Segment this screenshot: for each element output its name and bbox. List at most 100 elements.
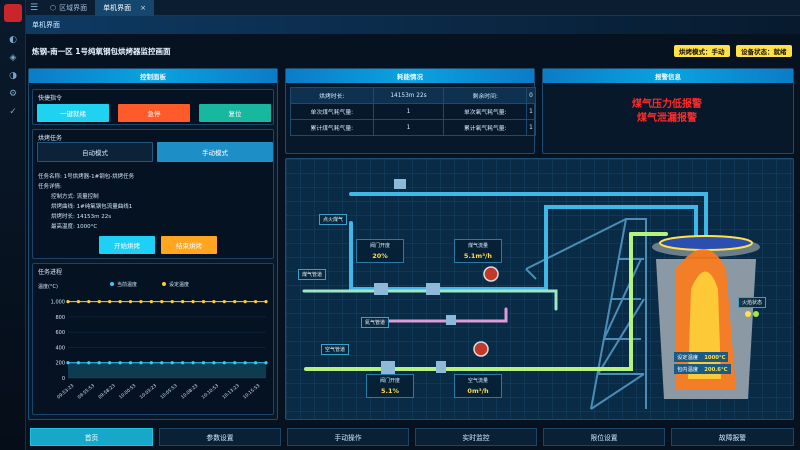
legend-marker	[162, 282, 166, 286]
nav-rail-icon-1[interactable]: ◐	[7, 34, 19, 46]
set-temp-readout: 设定温度 1000°C	[674, 352, 729, 362]
alarm-list: 煤气压力低报警 煤气泄漏报警	[540, 98, 794, 126]
energy-panel-header: 耗能情况	[286, 69, 534, 83]
y-axis-label: 温度(°C)	[38, 283, 58, 290]
table-row: 烘烤时长: 14153m 22s 剩余时间: 0	[290, 87, 536, 104]
data-point	[128, 361, 133, 365]
sub-header-label: 单机界面	[32, 21, 60, 29]
control-method: 控制方式: 流量控制	[51, 194, 99, 200]
valve-opening-gauge-2: 阀门开度 5.1%	[366, 374, 414, 398]
left-rail: ◐ ◈ ◑ ⚙ ✓	[0, 0, 26, 450]
valve-icon	[426, 283, 440, 295]
table-cell: 单次氧气耗气量:	[443, 103, 528, 120]
y-tick-label: 800	[55, 315, 65, 321]
close-icon[interactable]: ×	[140, 4, 146, 12]
data-point	[264, 300, 268, 304]
table-cell: 14153m 22s	[372, 87, 445, 104]
data-point	[212, 361, 216, 365]
legend-label: 设定温度	[169, 281, 189, 288]
app-logo-icon	[4, 4, 22, 22]
air-flow-meter-icon	[473, 341, 489, 357]
reset-button[interactable]: 复位	[199, 104, 271, 122]
alarm-item: 煤气压力低报警	[632, 99, 702, 110]
legend-marker	[110, 282, 114, 286]
task-progress-title: 任务进程	[38, 269, 63, 276]
task-detail: 任务详情:	[38, 184, 62, 190]
air-pipe-label: 空气管道	[321, 344, 350, 355]
one-key-ready-button[interactable]: 一键就绪	[37, 104, 109, 122]
bake-task-title: 烘烤任务	[38, 135, 63, 142]
gauge-label: 空气流量	[467, 378, 488, 384]
table-row: 单次煤气耗气量: 1 单次氧气耗气量: 1	[290, 103, 536, 120]
gauge-label: 阀门开度	[379, 378, 400, 384]
table-row: 累计煤气耗气量: 1 累计氧气耗气量: 1	[290, 119, 536, 136]
alarm-panel-header: 报警信息	[543, 69, 793, 83]
process-diagram: 点火煤气 煤气管道 氮气管道 空气管道 阀门开度 20% 煤气流量 5.1m³/…	[285, 158, 794, 420]
energy-panel: 耗能情况 烘烤时长: 14153m 22s 剩余时间: 0 单次煤气耗气量: 1…	[285, 68, 536, 154]
data-point	[191, 361, 195, 365]
data-point	[118, 300, 122, 304]
data-point	[76, 300, 81, 304]
valve-icon	[436, 361, 446, 373]
data-point	[170, 361, 174, 365]
valve-opening-gauge-1: 阀门开度 20%	[356, 239, 404, 263]
x-tick-label: 09:53:23	[56, 383, 75, 401]
data-point	[233, 300, 237, 304]
manual-mode-button[interactable]: 手动模式	[157, 142, 273, 162]
nav-rail-icon-3[interactable]: ◑	[7, 70, 19, 82]
y-tick-label: 200	[55, 361, 65, 367]
data-point	[201, 361, 206, 365]
data-point	[160, 300, 164, 304]
tab-single[interactable]: 单机界面 ×	[95, 0, 154, 16]
control-panel: 控制面板 快捷指令 一键就绪 急停 复位 烘烤任务 自动模式 手动模式 任务名称…	[28, 68, 278, 420]
hamburger-menu-icon[interactable]: ☰	[26, 3, 42, 13]
x-tick-label: 10:05:53	[159, 383, 178, 401]
tab-bar: ☰ ⬡ 区域界面 单机界面 ×	[26, 0, 800, 16]
readout-value: 200.6°C	[704, 367, 728, 373]
gauge-label: 阀门开度	[369, 243, 390, 249]
device-status-badge: 设备状态：就绪	[736, 45, 792, 57]
max-temperature: 最高温度: 1000°C	[51, 224, 98, 230]
data-point	[264, 361, 268, 365]
emergency-stop-button[interactable]: 急停	[118, 104, 190, 122]
nav-home[interactable]: 首页	[30, 428, 153, 446]
data-point	[181, 361, 185, 365]
table-cell: 剩余时间:	[443, 87, 528, 104]
nav-limits[interactable]: 限位设置	[543, 428, 665, 446]
ignition-gas-label: 点火煤气	[319, 214, 348, 225]
quick-commands-title: 快捷指令	[38, 95, 63, 102]
tab-label: 单机界面	[103, 3, 132, 12]
flame-status-label: 火焰状态	[738, 297, 767, 308]
gas-flow-meter-icon	[483, 266, 499, 282]
nav-rail-icon-5[interactable]: ✓	[7, 106, 19, 118]
data-point	[149, 361, 153, 365]
stop-bake-button[interactable]: 结束烘烤	[161, 236, 217, 254]
data-point	[191, 300, 195, 304]
gauge-value: 5.1%	[380, 387, 400, 395]
start-bake-button[interactable]: 开始烘烤	[99, 236, 155, 254]
data-point	[66, 361, 70, 365]
nav-faults[interactable]: 故障报警	[671, 428, 794, 446]
data-point	[149, 300, 153, 304]
bake-duration: 烘烤时长: 14153m 22s	[51, 214, 112, 220]
nav-monitor[interactable]: 实时监控	[415, 428, 537, 446]
temperature-chart: 温度(°C) 当前温度 设定温度 0 200 400 600 800 1,000 09:53:23…	[38, 281, 268, 401]
nav-params[interactable]: 参数设置	[159, 428, 281, 446]
nav-rail-icon-4[interactable]: ⚙	[7, 88, 19, 100]
tab-region[interactable]: ⬡ 区域界面	[42, 0, 95, 16]
data-point	[108, 300, 112, 304]
data-point	[139, 300, 143, 304]
data-point	[233, 361, 237, 365]
task-name: 任务名称: 1号烘烤器-1#钢包-烘烤任务	[38, 174, 135, 180]
sub-header: 单机界面	[26, 16, 800, 34]
y-tick-label: 0	[62, 376, 65, 382]
nav-manual[interactable]: 手动操作	[287, 428, 409, 446]
y-tick-label: 1,000	[51, 300, 65, 306]
x-tick-label: 10:03:23	[139, 383, 158, 401]
inner-temp-readout: 包内温度 200.6°C	[674, 364, 731, 374]
nav-rail-icon-2[interactable]: ◈	[7, 52, 19, 64]
auto-mode-button[interactable]: 自动模式	[37, 142, 153, 162]
bake-curve: 烘烤曲线: 1#纯氧钢包流量曲线1	[51, 204, 133, 210]
legend-label: 当前温度	[117, 281, 137, 288]
data-point	[97, 300, 101, 304]
